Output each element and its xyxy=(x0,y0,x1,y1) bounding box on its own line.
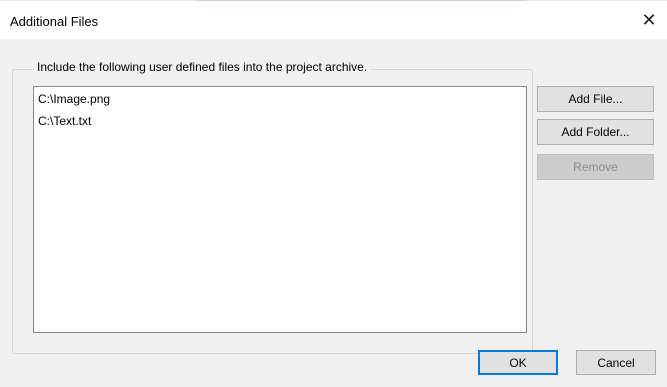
list-item[interactable]: C:\Text.txt xyxy=(38,112,91,130)
add-file-button[interactable]: Add File... xyxy=(537,86,654,112)
file-list[interactable]: C:\Image.png C:\Text.txt xyxy=(33,86,527,333)
groupbox-caption: Include the following user defined files… xyxy=(34,60,371,74)
close-button[interactable]: ✕ xyxy=(631,1,667,39)
ok-button[interactable]: OK xyxy=(478,350,558,375)
dialog-title: Additional Files xyxy=(10,14,99,29)
title-bar[interactable]: Additional Files ✕ xyxy=(0,1,667,39)
cancel-button[interactable]: Cancel xyxy=(576,350,656,375)
list-item[interactable]: C:\Image.png xyxy=(38,90,110,108)
remove-button[interactable]: Remove xyxy=(537,154,654,180)
close-icon: ✕ xyxy=(641,9,657,30)
add-folder-button[interactable]: Add Folder... xyxy=(537,119,654,145)
